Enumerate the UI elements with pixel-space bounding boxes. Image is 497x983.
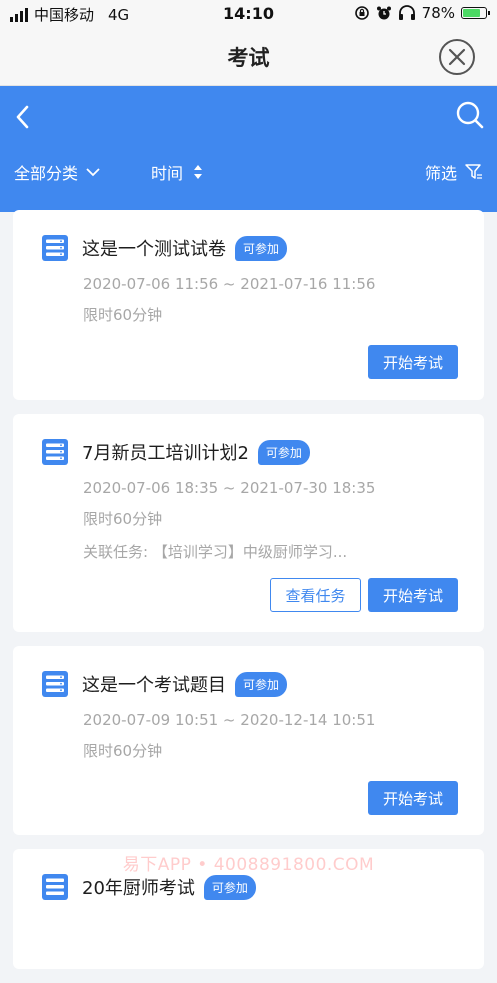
- category-filter[interactable]: 全部分类: [14, 160, 100, 184]
- exam-doc-icon: [42, 439, 68, 465]
- search-button[interactable]: [455, 100, 485, 130]
- sort-icon: [194, 165, 203, 179]
- status-bar: 中国移动 4G 14:10 78%: [0, 0, 497, 28]
- exam-card: 这是一个考试题目 可参加 2020-07-09 10:51 ~ 2020-12-…: [13, 646, 484, 835]
- filter-row: 全部分类 时间 筛选: [14, 160, 483, 184]
- header-bar: 全部分类 时间 筛选: [0, 86, 497, 212]
- exam-doc-icon: [42, 235, 68, 261]
- related-task: 关联任务: 【培训学习】中级厨师学习...: [83, 543, 348, 561]
- exam-doc-icon: [42, 874, 68, 900]
- back-button[interactable]: [12, 102, 36, 132]
- status-right: 78%: [354, 4, 490, 22]
- exam-period: 2020-07-09 10:51 ~ 2020-12-14 10:51: [83, 711, 376, 729]
- exam-title: 7月新员工培训计划2: [82, 443, 249, 464]
- exam-card-header: 这是一个测试试卷 可参加: [42, 235, 288, 261]
- start-exam-button[interactable]: 开始考试: [368, 578, 458, 612]
- status-badge: 可参加: [203, 874, 256, 900]
- exam-time-limit: 限时60分钟: [83, 742, 163, 760]
- headphones-icon: [398, 5, 415, 20]
- search-icon: [456, 101, 484, 129]
- exam-time-limit: 限时60分钟: [83, 306, 163, 324]
- exam-card: 7月新员工培训计划2 可参加 2020-07-06 18:35 ~ 2021-0…: [13, 414, 484, 632]
- title-bar: 考试: [0, 28, 497, 86]
- status-badge: 可参加: [235, 235, 288, 261]
- view-task-button[interactable]: 查看任务: [270, 578, 361, 612]
- watermark: 易下APP • 4008891800.COM: [122, 855, 375, 875]
- category-filter-label: 全部分类: [14, 164, 79, 183]
- exam-period: 2020-07-06 11:56 ~ 2021-07-16 11:56: [83, 275, 376, 293]
- start-exam-button[interactable]: 开始考试: [368, 345, 458, 379]
- chevron-left-icon: [16, 105, 29, 129]
- start-exam-button[interactable]: 开始考试: [368, 781, 458, 815]
- exam-card: 这是一个测试试卷 可参加 2020-07-06 11:56 ~ 2021-07-…: [13, 210, 484, 400]
- close-icon: [448, 48, 466, 66]
- filter-funnel-icon: [465, 164, 482, 179]
- exam-title: 20年厨师考试: [82, 878, 195, 899]
- time-sort-label: 时间: [151, 164, 184, 183]
- exam-card-header: 7月新员工培训计划2 可参加: [42, 439, 310, 465]
- close-button[interactable]: [439, 39, 475, 75]
- exam-title: 这是一个测试试卷: [82, 239, 226, 260]
- exam-doc-icon: [42, 671, 68, 697]
- exam-card-header: 20年厨师考试 可参加: [42, 874, 256, 900]
- status-badge: 可参加: [257, 439, 310, 465]
- battery-percent: 78%: [421, 4, 455, 22]
- page-title: 考试: [227, 46, 270, 70]
- status-badge: 可参加: [235, 671, 288, 697]
- exam-time-limit: 限时60分钟: [83, 510, 163, 528]
- battery-icon: [461, 7, 490, 19]
- time-sort[interactable]: 时间: [151, 160, 203, 184]
- exam-title: 这是一个考试题目: [82, 675, 226, 696]
- screen-filter[interactable]: 筛选: [425, 160, 483, 184]
- rotation-lock-icon: [354, 6, 369, 20]
- exam-period: 2020-07-06 18:35 ~ 2021-07-30 18:35: [83, 479, 376, 497]
- alarm-icon: [376, 6, 391, 20]
- exam-card-header: 这是一个考试题目 可参加: [42, 671, 288, 697]
- chevron-down-icon: [86, 168, 100, 177]
- screen-filter-label: 筛选: [424, 164, 457, 183]
